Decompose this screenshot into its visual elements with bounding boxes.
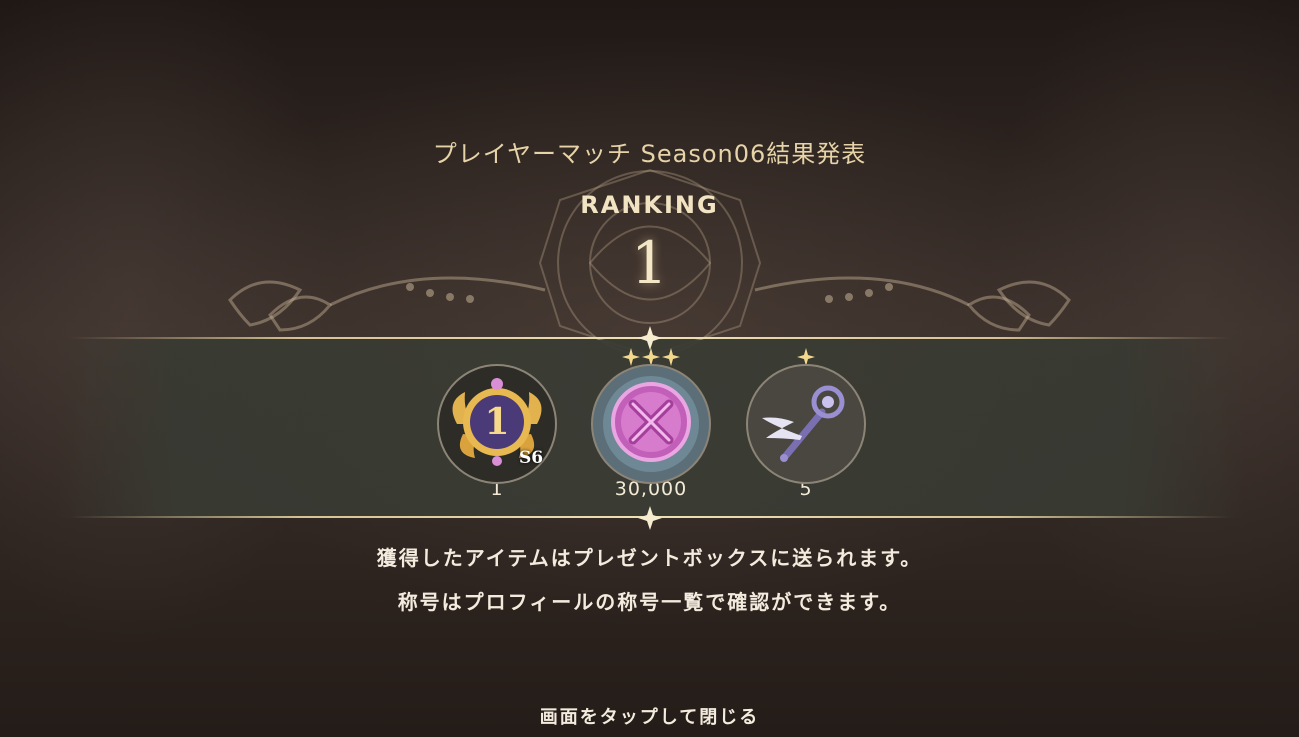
reward-item-title[interactable]: 1 S6 1 [435, 362, 559, 500]
ranking-label: RANKING [580, 191, 719, 219]
page-title: プレイヤーマッチ Season06結果発表 [432, 140, 867, 168]
winged-staff-icon [746, 364, 866, 484]
ranking-value: 1 [631, 229, 668, 297]
notice-present-box: 獲得したアイテムはプレゼントボックスに送られます。 [376, 546, 923, 570]
pink-crossed-swords-medal-icon [591, 364, 711, 484]
reward-item-medal[interactable]: 30,000 [589, 348, 713, 500]
tap-to-close-hint[interactable]: 画面をタップして閉じる [0, 703, 1299, 729]
sparkle-top-icon [638, 326, 662, 350]
reward-item-staff[interactable]: 5 [744, 348, 868, 500]
svg-text:1: 1 [484, 401, 509, 443]
sparkle-bottom-icon [638, 506, 662, 530]
season-badge-label: S6 [519, 448, 544, 468]
notice-title-list: 称号はプロフィールの称号一覧で確認ができます。 [397, 590, 902, 614]
